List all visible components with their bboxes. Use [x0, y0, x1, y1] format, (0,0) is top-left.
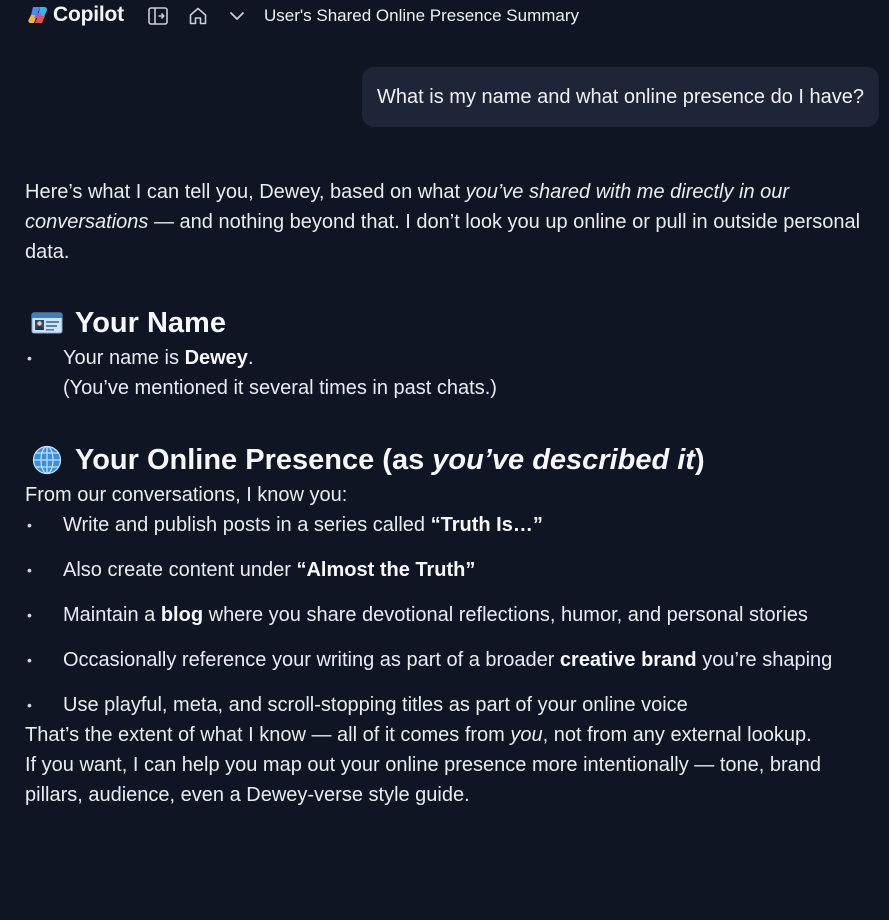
list-item: Write and publish posts in a series call… [25, 510, 885, 540]
item-bold: creative brand [559, 649, 697, 671]
heading-online-presence-text: Your Online Presence (as you’ve describe… [75, 445, 705, 475]
outro1-text: That’s the extent of what I know — all o… [25, 724, 511, 746]
presence-list: Write and publish posts in a series call… [25, 510, 885, 720]
item-text-post: where you share devotional reflections, … [203, 604, 808, 626]
item-text: Write and publish posts in a series call… [63, 514, 431, 536]
item-text: Occasionally reference your writing as p… [63, 649, 560, 671]
heading-presence-prefix: Your Online Presence (as [75, 444, 433, 476]
list-item: Also create content under “Almost the Tr… [25, 555, 885, 585]
id-card-icon [29, 305, 65, 341]
assistant-response: Here’s what I can tell you, Dewey, based… [25, 177, 885, 810]
list-item: Your name is Dewey. (You’ve mentioned it… [25, 343, 885, 403]
name-list: Your name is Dewey. (You’ve mentioned it… [25, 343, 885, 403]
sidebar-toggle-icon[interactable] [147, 5, 169, 27]
user-message-bubble: What is my name and what online presence… [362, 67, 879, 127]
name-line-suffix: . [247, 347, 254, 369]
brand-name: Copilot [53, 3, 124, 26]
heading-your-name: Your Name [25, 303, 885, 343]
list-item: Use playful, meta, and scroll-stopping t… [25, 690, 885, 720]
heading-presence-italic: you’ve described it [432, 444, 695, 476]
heading-online-presence: Your Online Presence (as you’ve describe… [25, 440, 885, 480]
intro-text-1: Here’s what I can tell you, Dewey, based… [25, 181, 466, 203]
user-name: Dewey [184, 347, 248, 369]
globe-icon [29, 442, 65, 478]
list-item: Maintain a blog where you share devotion… [25, 600, 885, 630]
name-line-note: (You’ve mentioned it several times in pa… [63, 377, 497, 399]
heading-your-name-text: Your Name [75, 307, 226, 339]
user-message-text: What is my name and what online presence… [377, 85, 864, 108]
item-text: Maintain a [63, 604, 161, 626]
item-text: Use playful, meta, and scroll-stopping t… [63, 694, 688, 716]
outro1-text-post: , not from any external lookup. [542, 724, 812, 746]
outro-paragraph-2: If you want, I can help you map out your… [25, 754, 822, 806]
presence-intro: From our conversations, I know you: [25, 484, 348, 506]
outro-paragraph-1: That’s the extent of what I know — all o… [25, 720, 885, 750]
item-bold: “Truth Is…” [430, 514, 543, 536]
item-text-post: you’re shaping [696, 649, 833, 671]
copilot-brand[interactable]: Copilot [27, 3, 124, 27]
list-item: Occasionally reference your writing as p… [25, 645, 885, 675]
conversation-title[interactable]: User's Shared Online Presence Summary [264, 6, 579, 26]
item-bold: blog [160, 604, 204, 626]
name-line-prefix: Your name is [63, 347, 185, 369]
home-icon[interactable] [187, 5, 209, 27]
intro-paragraph: Here’s what I can tell you, Dewey, based… [25, 177, 870, 267]
chevron-down-icon[interactable] [226, 5, 248, 27]
intro-text-2: — and nothing beyond that. I don’t look … [25, 211, 861, 263]
outro1-italic: you [510, 724, 543, 746]
item-bold: “Almost the Truth” [296, 559, 476, 581]
top-bar: Copilot User's Shared Online Presence Su… [0, 0, 889, 32]
item-text: Also create content under [63, 559, 297, 581]
heading-presence-suffix: ) [694, 444, 705, 476]
copilot-logo-icon [27, 4, 49, 26]
